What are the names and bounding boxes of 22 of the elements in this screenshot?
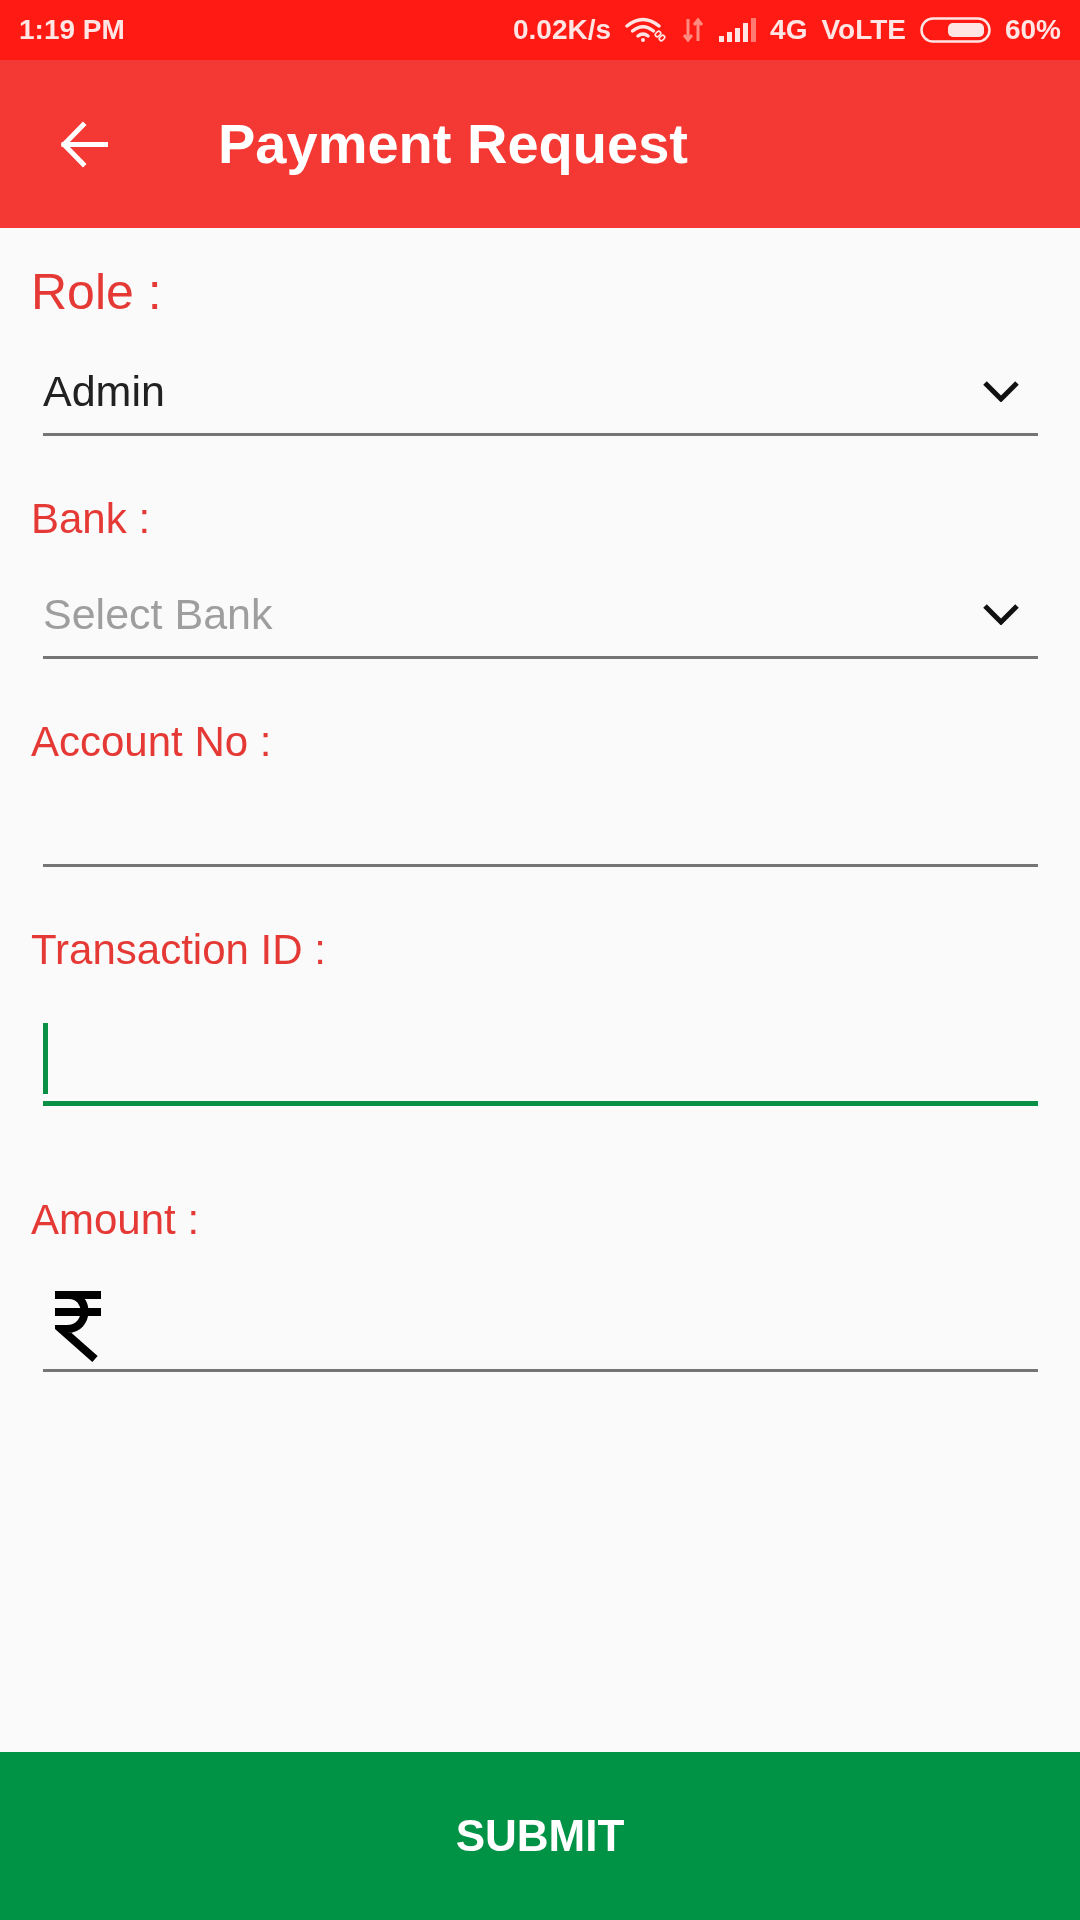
dropdown[interactable]: Select Bank — [43, 565, 1038, 659]
network-speed: 0.02K/s — [513, 16, 612, 44]
status-time: 1:19 PM — [19, 16, 125, 44]
data-arrows-icon — [681, 17, 706, 43]
field-label: Transaction ID : — [31, 925, 326, 975]
back-button[interactable] — [61, 120, 108, 168]
chevron-down-icon — [983, 381, 1019, 402]
submit-button[interactable]: SUBMIT — [0, 1752, 1080, 1920]
text-cursor-icon — [43, 1023, 48, 1094]
chevron-down-icon — [983, 604, 1019, 625]
battery-icon — [919, 17, 991, 43]
network-type: 4G — [770, 16, 808, 44]
dropdown[interactable]: Admin — [43, 342, 1038, 436]
field-label: Account No : — [31, 717, 272, 767]
field-label: Amount : — [31, 1195, 200, 1245]
battery-percent: 60% — [1004, 16, 1061, 44]
field-label: Bank : — [31, 494, 151, 544]
rupee-icon — [55, 1291, 101, 1362]
volte-indicator: VoLTE — [821, 16, 906, 44]
field-label: Role : — [31, 263, 162, 322]
signal-icon — [719, 18, 757, 42]
wifi-icon — [625, 17, 668, 43]
